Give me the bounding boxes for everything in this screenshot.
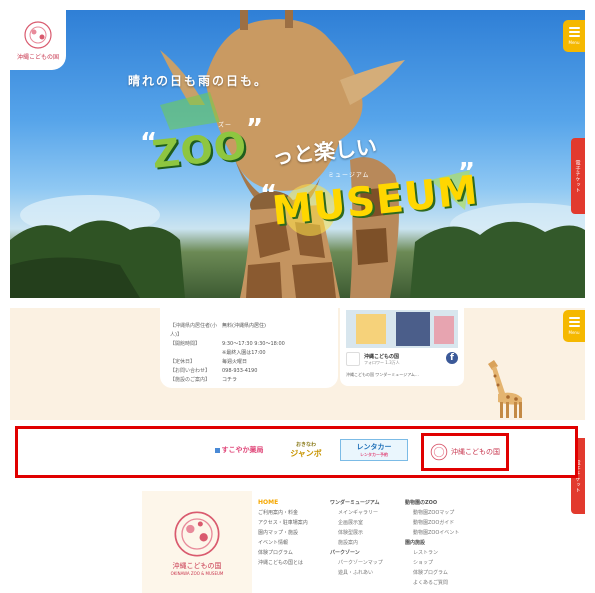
facebook-avatar xyxy=(346,352,360,366)
info-row: 【施設のご案内】 コチラ xyxy=(170,376,328,385)
info-row: 【定休日】 毎週火曜日 xyxy=(170,358,328,367)
banner-rentacar-label: レンタカー xyxy=(356,443,392,451)
footer-link[interactable]: アクセス・駐車場案内 xyxy=(258,518,308,528)
footer-link[interactable]: 体験プログラム xyxy=(405,568,459,578)
ticket-label: 電子チケット xyxy=(574,159,581,193)
facebook-likes: フォロワー 1.3万人 xyxy=(364,359,400,365)
info-value: 9:30〜17:30 9:30〜18:00 xyxy=(222,341,285,347)
facebook-post-image xyxy=(346,310,458,348)
logo-mark-icon xyxy=(430,443,448,461)
facebook-post-text: 沖縄こどもの国 ワンダーミュージアム… xyxy=(346,372,419,377)
footer-link[interactable]: 沖縄こどもの国とは xyxy=(258,558,308,568)
banner-kodomonokuni[interactable]: 沖縄こどもの国 xyxy=(421,433,509,471)
giraffe-illustration-icon xyxy=(488,360,522,418)
banner-sukoyaka[interactable]: すこやか薬局 xyxy=(208,439,270,461)
hamburger-icon xyxy=(568,317,580,319)
footer-logo-label: 沖縄こどもの国 xyxy=(172,561,222,570)
footer-link-home[interactable]: HOME xyxy=(258,498,308,508)
info-key: 【定休日】 xyxy=(170,359,196,365)
facebook-widget[interactable]: 沖縄こどもの国 フォロワー 1.3万人 f 沖縄こどもの国 ワンダーミュージアム… xyxy=(340,308,464,386)
ticket-tab[interactable]: 電子チケット xyxy=(571,138,585,214)
footer-link[interactable]: イベント情報 xyxy=(258,538,308,548)
banner-kodomonokuni-label: 沖縄こどもの国 xyxy=(451,448,500,456)
footer-section: 【沖縄県内居住者(小人)】 無料(沖縄県内居住) 【開館時間】 9:30〜17:30… xyxy=(10,308,585,593)
banner-rentacar-sub: レンタカー予約 xyxy=(360,452,388,457)
footer-link[interactable]: 動物園ZOOイベント xyxy=(405,528,459,538)
footer-link[interactable]: 動物園ZOOマップ xyxy=(405,508,459,518)
info-card: 【沖縄県内居住者(小人)】 無料(沖縄県内居住) 【開館時間】 9:30〜17:30… xyxy=(160,308,338,388)
menu-button[interactable]: Menu xyxy=(563,20,585,52)
footer-heading[interactable]: ワンダーミュージアム xyxy=(330,498,383,508)
logo-mark-icon xyxy=(174,511,220,556)
footer-heading[interactable]: 動物園のZOO xyxy=(405,498,459,508)
menu-button-2[interactable]: Menu xyxy=(563,310,585,342)
hamburger-icon-bar xyxy=(568,321,580,323)
hamburger-icon-bar xyxy=(568,35,580,37)
info-row: 【沖縄県内居住者(小人)】 無料(沖縄県内居住) xyxy=(170,322,328,340)
hamburger-icon xyxy=(568,27,580,29)
hero-logo[interactable]: 沖縄こどもの国 xyxy=(10,10,66,70)
hamburger-icon-bar xyxy=(568,31,580,33)
footer-link[interactable]: 施設案内 xyxy=(330,538,383,548)
footer-link[interactable]: 動物園ZOOガイド xyxy=(405,518,459,528)
footer-link[interactable]: レストラン xyxy=(405,548,459,558)
quote-close-mark-2: ” xyxy=(458,158,476,188)
info-key: 【開館時間】 xyxy=(170,341,201,347)
footer-heading[interactable]: 園内施設 xyxy=(405,538,459,548)
info-value[interactable]: コチラ xyxy=(222,376,328,385)
hamburger-icon-bar xyxy=(568,325,580,327)
facebook-profile-row: 沖縄こどもの国 フォロワー 1.3万人 xyxy=(346,352,458,366)
footer-col-2: ワンダーミュージアム メインギャラリー 企画展示室 体験型展示 施設案内 パーク… xyxy=(330,498,383,578)
footer-link[interactable]: ショップ xyxy=(405,558,459,568)
footer-link[interactable]: よくあるご質問 xyxy=(405,578,459,588)
footer-col-3: 動物園のZOO 動物園ZOOマップ 動物園ZOOガイド 動物園ZOOイベント 園… xyxy=(405,498,459,588)
banner-rentacar[interactable]: レンタカー レンタカー予約 xyxy=(340,439,408,461)
footer-link[interactable]: 体験プログラム xyxy=(258,548,308,558)
footer-heading[interactable]: パークゾーン xyxy=(330,548,383,558)
footer-col-1: HOME ご利用案内・料金 アクセス・駐車場案内 園内マップ・施設 イベント情報… xyxy=(258,498,308,568)
banner-jumbo-label: ジャンボ xyxy=(290,449,322,458)
menu-label: Menu xyxy=(568,330,580,335)
logo-mark-icon xyxy=(24,20,52,49)
banner-jumbo-top: おきなわ xyxy=(295,442,316,448)
hero-logo-label: 沖縄こどもの国 xyxy=(16,53,59,61)
info-value: 毎週火曜日 xyxy=(222,359,248,365)
footer-logo[interactable]: 沖縄こどもの国 OKINAWA ZOO & MUSEUM xyxy=(142,491,252,593)
info-key: 【施設のご案内】 xyxy=(170,377,211,383)
info-key: 【お問い合わせ】 xyxy=(170,368,211,374)
quote-close-mark: ” xyxy=(246,114,264,144)
footer-link[interactable]: パークゾーンマップ xyxy=(330,558,383,568)
footer-link[interactable]: 遊具・ふれあい xyxy=(330,568,383,578)
footer-link[interactable]: メインギャラリー xyxy=(330,508,383,518)
info-value: 無料(沖縄県内居住) xyxy=(222,323,266,329)
banner-jumbo[interactable]: おきなわ ジャンボ xyxy=(280,439,332,461)
facebook-page-name[interactable]: 沖縄こどもの国 xyxy=(364,353,400,360)
footer-logo-sub: OKINAWA ZOO & MUSEUM xyxy=(170,570,224,576)
info-row: 【お問い合わせ】 098-933-4190 xyxy=(170,367,328,376)
menu-label: Menu xyxy=(568,40,580,45)
info-value: 098-933-4190 xyxy=(222,368,258,374)
footer-link[interactable]: 園内マップ・施設 xyxy=(258,528,308,538)
info-key: 【沖縄県内居住者(小人)】 xyxy=(170,323,217,338)
facebook-icon[interactable]: f xyxy=(446,352,458,364)
info-row: ※最終入園は17:00 xyxy=(170,349,328,358)
footer-link[interactable]: ご利用案内・料金 xyxy=(258,508,308,518)
info-value: ※最終入園は17:00 xyxy=(222,350,266,356)
info-row: 【開館時間】 9:30〜17:30 9:30〜18:00 xyxy=(170,340,328,349)
page: 沖縄こどもの国 Menu 電子チケット 晴れの日も雨の日も。 ズー “ ZOO … xyxy=(0,0,595,593)
hero-section: 沖縄こどもの国 Menu 電子チケット 晴れの日も雨の日も。 ズー “ ZOO … xyxy=(10,10,585,298)
ruby-museum: ミュージアム xyxy=(328,172,370,179)
hero-tagline: 晴れの日も雨の日も。 xyxy=(128,74,269,88)
banner-sukoyaka-mark-icon xyxy=(214,447,220,453)
banner-sukoyaka-label: すこやか薬局 xyxy=(221,446,264,454)
footer-link[interactable]: 体験型展示 xyxy=(330,528,383,538)
info-key xyxy=(170,349,222,358)
footer-link[interactable]: 企画展示室 xyxy=(330,518,383,528)
sponsor-banners: すこやか薬局 おきなわ ジャンボ レンタカー レンタカー予約 沖縄こどもの国 xyxy=(15,426,578,478)
